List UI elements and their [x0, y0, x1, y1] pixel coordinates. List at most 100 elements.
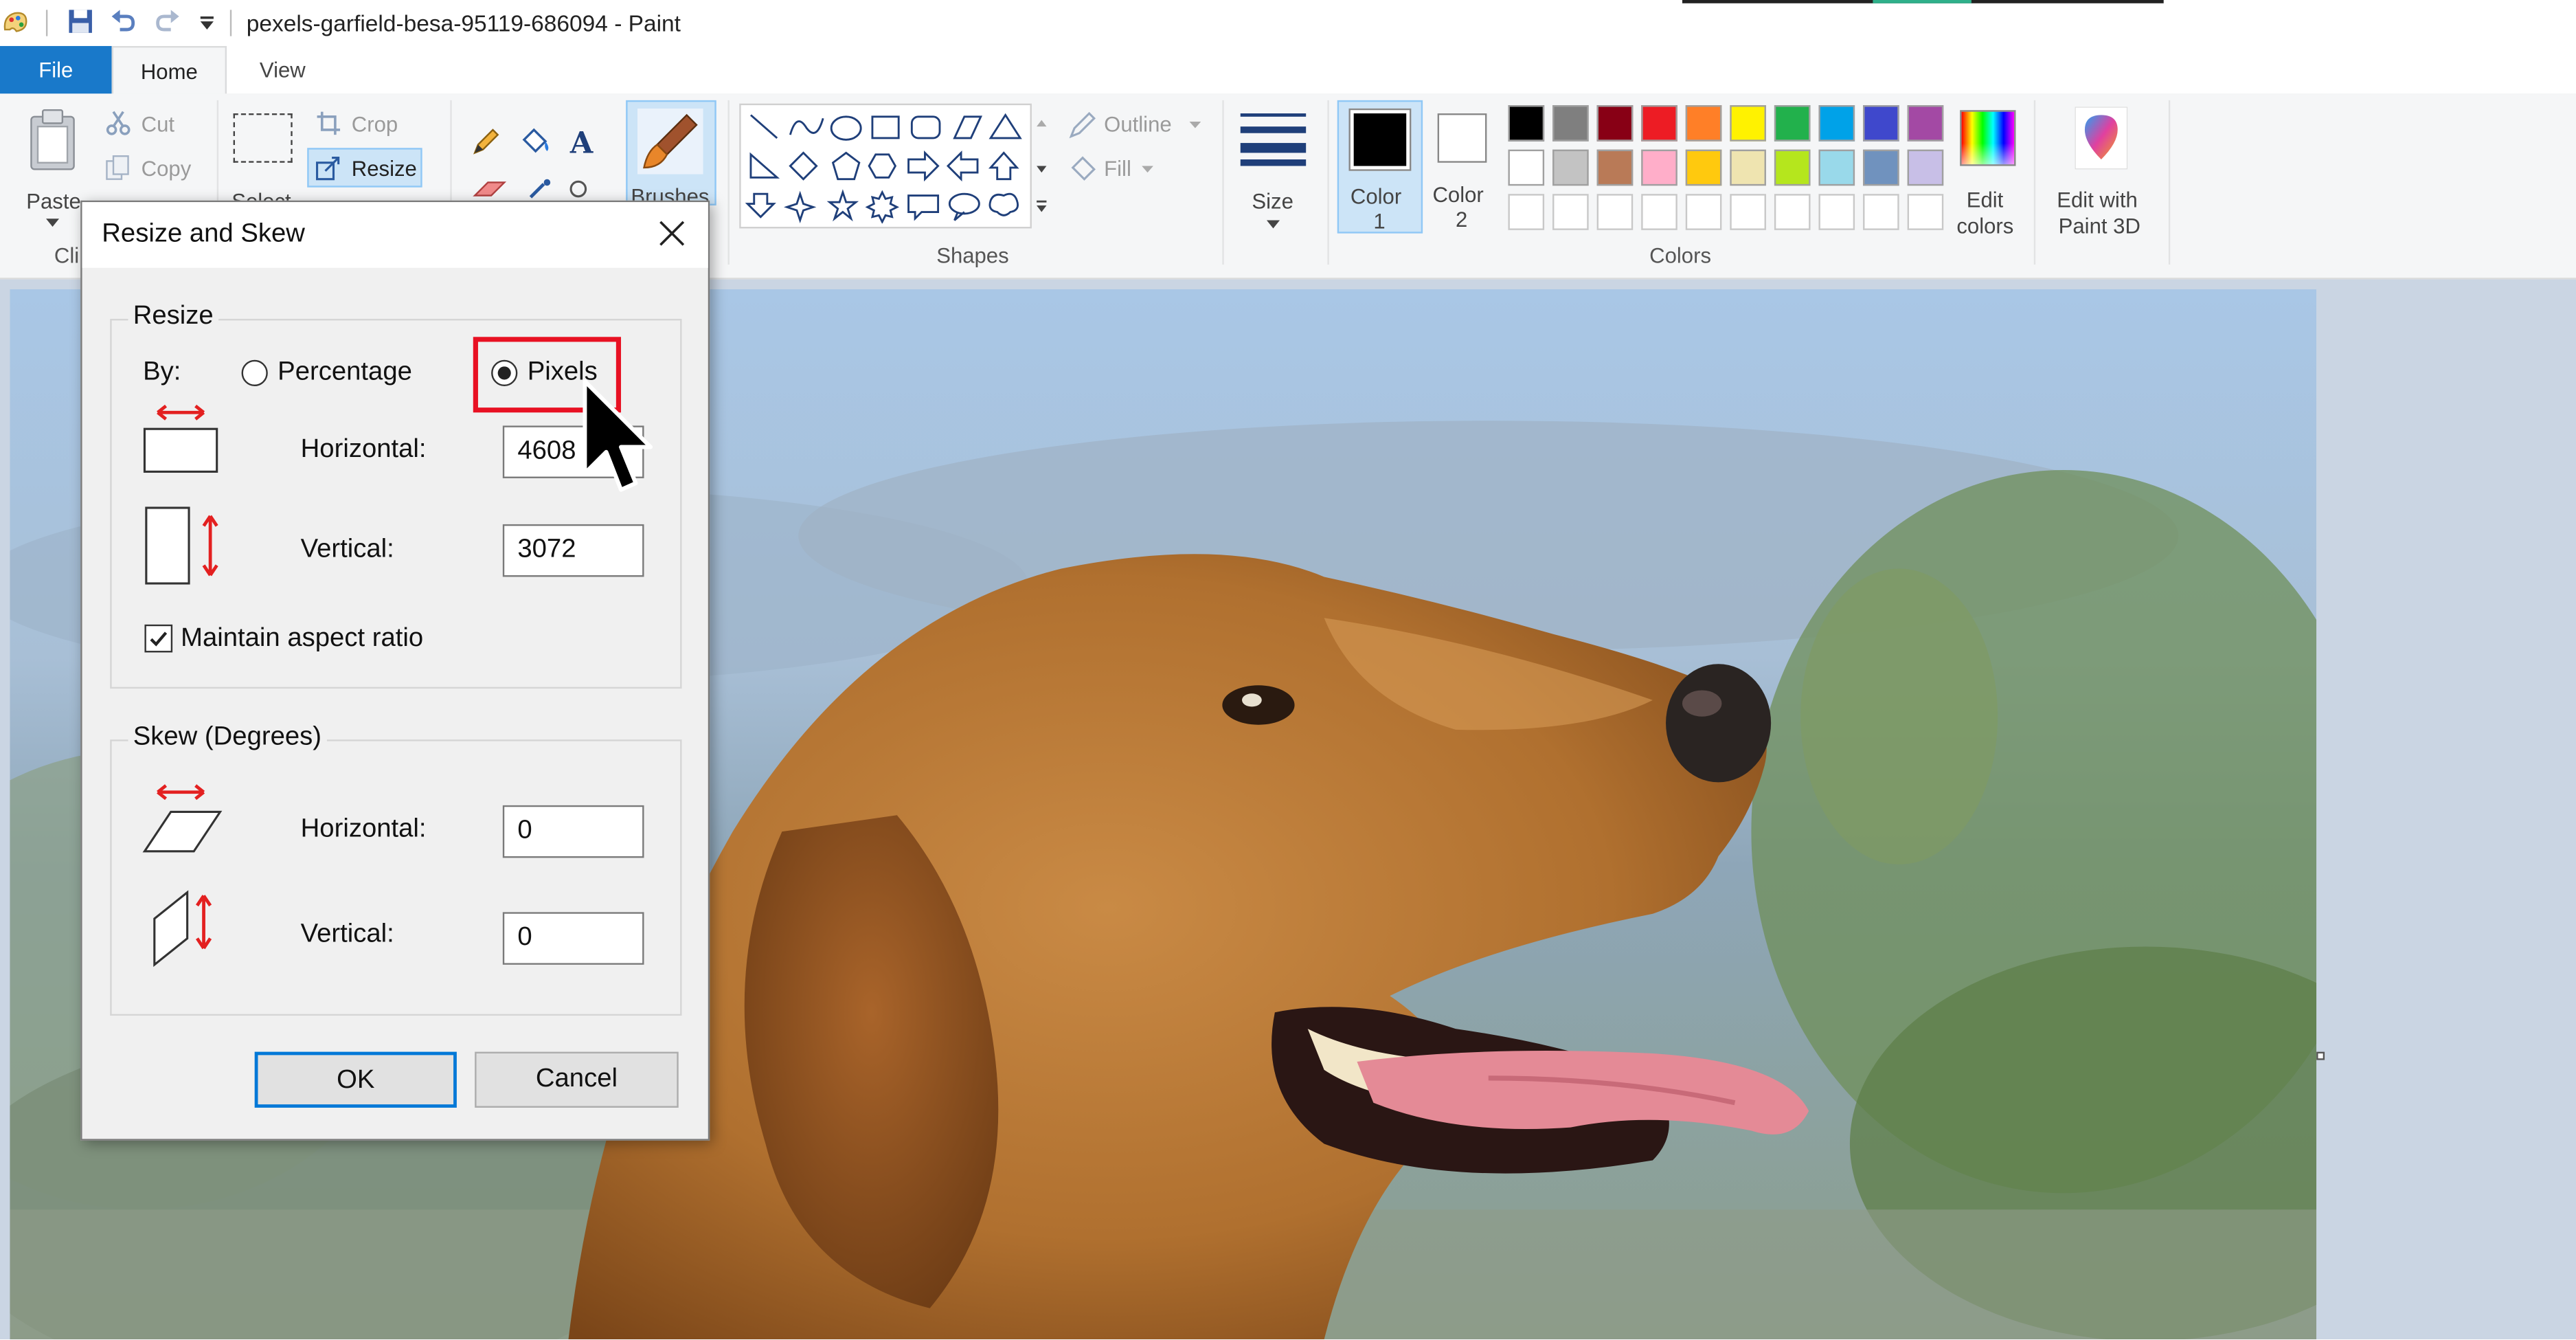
outline-label: Outline	[1104, 111, 1172, 137]
resize-button[interactable]: Resize	[307, 148, 422, 188]
palette-swatch[interactable]	[1596, 149, 1634, 186]
palette-swatch[interactable]	[1730, 149, 1766, 186]
palette-swatch[interactable]	[1907, 194, 1944, 230]
text-icon[interactable]: A	[567, 125, 600, 158]
palette-swatch[interactable]	[1641, 149, 1677, 186]
ribbon-separator	[2033, 100, 2036, 265]
magnifier-icon[interactable]	[567, 179, 593, 199]
palette-swatch[interactable]	[1552, 105, 1589, 142]
scroll-arrows-icon	[1037, 120, 1047, 212]
fill-dropdown[interactable]: Fill	[1065, 151, 1216, 188]
chevron-down-icon	[45, 219, 60, 227]
palette-swatch[interactable]	[1774, 194, 1811, 230]
resize-vertical-label: Vertical:	[300, 535, 394, 564]
ok-button[interactable]: OK	[254, 1051, 457, 1108]
palette-swatch[interactable]	[1774, 149, 1811, 186]
redo-icon[interactable]	[152, 7, 182, 36]
color1-frame	[1348, 108, 1412, 171]
palette-swatch[interactable]	[1685, 194, 1722, 230]
outline-dropdown[interactable]: Outline	[1065, 107, 1216, 143]
palette-swatch[interactable]	[1730, 105, 1766, 142]
tab-file[interactable]: File	[0, 45, 112, 94]
palette-swatch[interactable]	[1730, 194, 1766, 230]
percentage-label: Percentage	[278, 358, 412, 387]
resize-icon	[316, 157, 340, 181]
color1-button[interactable]: Color 1	[1337, 100, 1423, 234]
fill-bucket-icon[interactable]	[519, 126, 552, 156]
resize-vertical-input[interactable]: 3072	[502, 524, 644, 577]
title-separator	[229, 10, 232, 36]
shapes-group-label: Shapes	[936, 243, 1009, 268]
resize-vertical-icon	[145, 506, 218, 585]
skew-vertical-input[interactable]: 0	[502, 912, 644, 965]
svg-text:A: A	[569, 126, 594, 157]
ribbon-separator	[1327, 100, 1329, 265]
palette-swatch[interactable]	[1774, 105, 1811, 142]
palette-swatch[interactable]	[1508, 149, 1545, 186]
color2-number: 2	[1455, 207, 1468, 232]
tab-home[interactable]: Home	[111, 45, 227, 94]
dialog-title: Resize and Skew	[102, 220, 305, 249]
palette-swatch[interactable]	[1818, 149, 1855, 186]
palette-swatch[interactable]	[1508, 105, 1545, 142]
shapes-scrollbar[interactable]	[1033, 110, 1050, 222]
skew-vertical-icon	[153, 890, 212, 968]
palette-swatch[interactable]	[1685, 149, 1722, 186]
save-icon[interactable]	[66, 7, 95, 36]
size-label: Size	[1252, 189, 1293, 214]
palette-swatch[interactable]	[1596, 194, 1634, 230]
eraser-icon[interactable]	[471, 179, 508, 199]
palette-swatch[interactable]	[1863, 194, 1899, 230]
palette-swatch[interactable]	[1685, 105, 1722, 142]
close-icon[interactable]	[657, 219, 687, 248]
paint-app-icon[interactable]	[0, 7, 30, 36]
percentage-radio[interactable]: Percentage	[241, 353, 426, 392]
palette-swatch[interactable]	[1596, 105, 1634, 142]
edit-colors-button[interactable]: Edit colors	[1955, 104, 2021, 238]
outline-icon	[1069, 111, 1096, 139]
brush-icon	[637, 108, 703, 175]
edit-colors-label-2: colors	[1956, 213, 2014, 238]
copy-button[interactable]: Copy	[102, 151, 216, 188]
chevron-down-icon	[1189, 121, 1201, 129]
edit-with-paint3d-button[interactable]: Edit with Paint 3D	[2047, 104, 2156, 238]
crop-button[interactable]: Crop	[309, 107, 424, 143]
palette-swatch[interactable]	[1863, 149, 1899, 186]
resize-label: Resize	[351, 156, 417, 181]
palette-swatch[interactable]	[1818, 105, 1855, 142]
crop-label: Crop	[351, 111, 398, 137]
customize-toolbar-icon[interactable]	[197, 13, 217, 33]
crop-icon	[317, 111, 341, 135]
color-picker-icon[interactable]	[526, 179, 555, 199]
palette-swatch[interactable]	[1907, 149, 1944, 186]
fill-icon	[1071, 156, 1096, 181]
undo-icon[interactable]	[109, 7, 138, 36]
palette-swatch[interactable]	[1641, 105, 1677, 142]
size-dropdown[interactable]: Size	[1235, 104, 1311, 232]
paste-icon	[30, 109, 75, 170]
color1-swatch	[1353, 113, 1407, 166]
palette-swatch[interactable]	[1818, 194, 1855, 230]
palette-swatch[interactable]	[1552, 149, 1589, 186]
cancel-button[interactable]: Cancel	[475, 1051, 679, 1108]
palette-swatch[interactable]	[1907, 105, 1944, 142]
maintain-aspect-checkbox[interactable]: Maintain aspect ratio	[144, 621, 522, 658]
skew-horizontal-input[interactable]: 0	[502, 805, 644, 858]
palette-swatch[interactable]	[1641, 194, 1677, 230]
shapes-gallery[interactable]	[739, 103, 1032, 229]
pixels-radio-circle	[491, 359, 518, 387]
skew-horizontal-icon	[142, 784, 223, 853]
palette-swatch[interactable]	[1863, 105, 1899, 142]
color2-button[interactable]: Color 2	[1426, 100, 1498, 234]
palette-swatch[interactable]	[1508, 194, 1545, 230]
paint-window: pexels-garfield-besa-95119-686094 - Pain…	[0, 0, 2576, 1340]
pencil-icon[interactable]	[471, 126, 501, 156]
brushes-button[interactable]: Brushes	[626, 100, 716, 209]
canvas-resize-handle[interactable]	[2316, 1051, 2325, 1060]
cut-button[interactable]: Cut	[102, 107, 216, 143]
color1-label: Color	[1350, 183, 1402, 209]
paint3d-icon	[2075, 107, 2128, 170]
tab-view[interactable]: View	[230, 46, 335, 93]
palette-swatch[interactable]	[1552, 194, 1589, 230]
resize-skew-dialog: Resize and Skew Resize By: Percentage Pi…	[80, 200, 710, 1141]
